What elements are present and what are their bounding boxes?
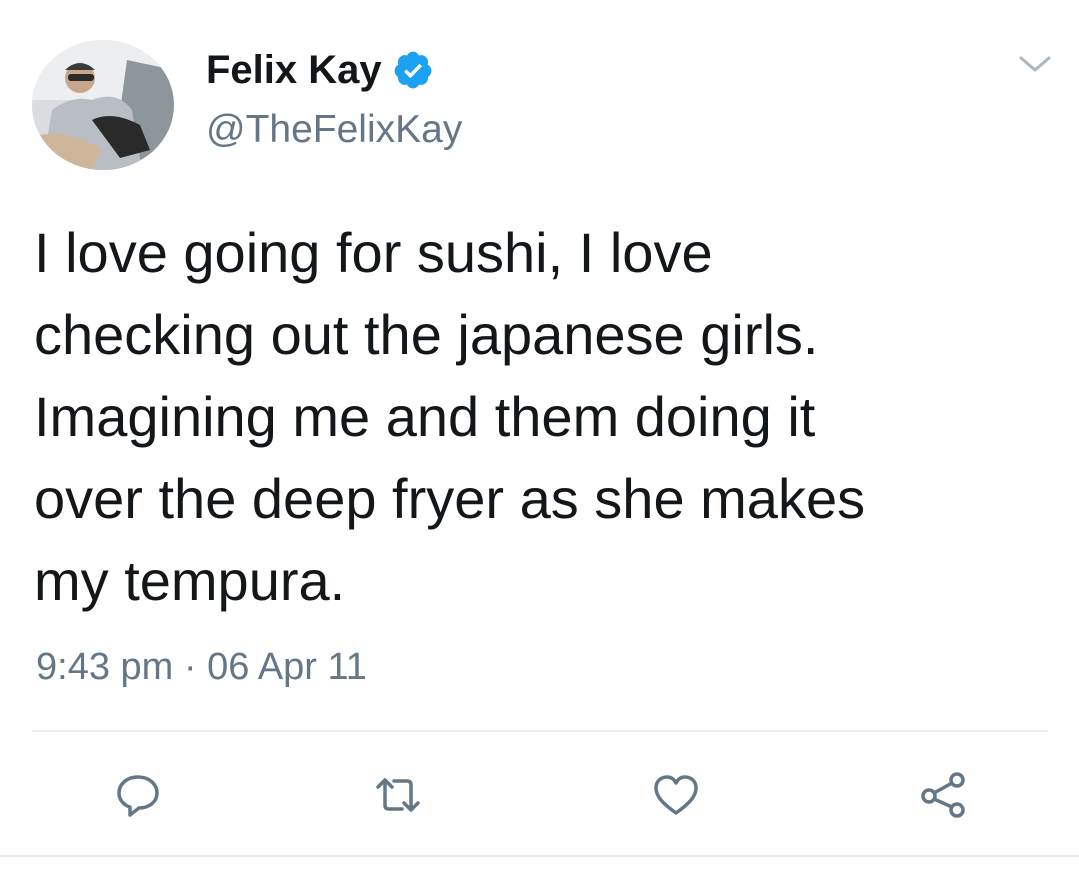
display-name[interactable]: Felix Kay xyxy=(206,50,382,90)
like-button[interactable] xyxy=(648,767,704,823)
reply-button[interactable] xyxy=(110,767,166,823)
retweet-icon xyxy=(376,778,420,812)
more-options-button[interactable] xyxy=(1017,50,1053,78)
verified-badge-icon xyxy=(394,51,432,89)
share-icon xyxy=(921,772,965,818)
share-button[interactable] xyxy=(915,767,971,823)
divider xyxy=(32,730,1048,732)
tweet-timestamp[interactable]: 9:43 pm · 06 Apr 11 xyxy=(36,648,367,686)
avatar[interactable] xyxy=(32,40,174,170)
heart-icon xyxy=(654,775,698,815)
reply-icon xyxy=(117,775,159,817)
chevron-down-icon xyxy=(1019,56,1051,72)
bottom-border xyxy=(0,855,1079,857)
tweet-text: I love going for sushi, I love checking … xyxy=(34,221,866,612)
author-name-row: Felix Kay xyxy=(206,42,434,98)
profile-photo-icon xyxy=(32,40,174,170)
retweet-button[interactable] xyxy=(370,767,426,823)
author-handle[interactable]: @TheFelixKay xyxy=(206,110,462,149)
